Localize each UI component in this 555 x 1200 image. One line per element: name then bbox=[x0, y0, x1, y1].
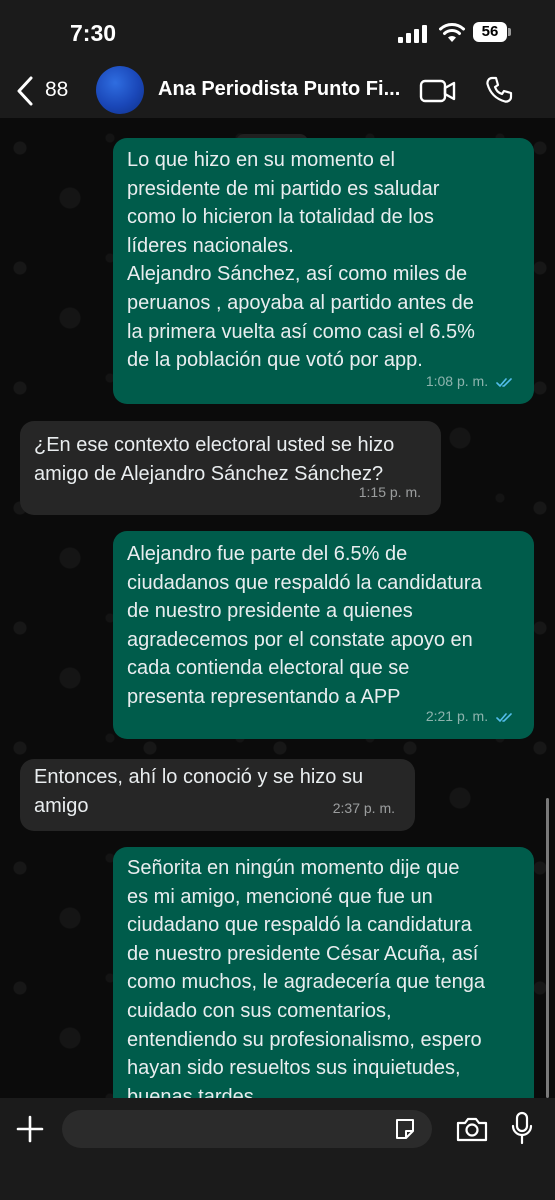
contact-name[interactable]: Ana Periodista Punto Fi... bbox=[158, 78, 408, 101]
avatar[interactable] bbox=[96, 66, 144, 114]
message-incoming[interactable]: ¿En ese contexto electoral usted se hizo… bbox=[20, 421, 441, 515]
message-text: Señorita en ningún momento dije que es m… bbox=[127, 857, 485, 1098]
status-bar: 7:30 56 bbox=[0, 0, 555, 64]
chat-scrollbar[interactable] bbox=[546, 798, 549, 1098]
sticker-icon[interactable] bbox=[393, 1117, 417, 1141]
phone-icon[interactable] bbox=[484, 75, 514, 105]
message-meta: 2:21 p. m. bbox=[426, 702, 514, 731]
video-camera-icon[interactable] bbox=[419, 78, 457, 104]
chat-header: 88 Ana Periodista Punto Fi... bbox=[0, 64, 555, 118]
wifi-icon bbox=[439, 23, 465, 42]
message-text: Alejandro fue parte del 6.5% de ciudadan… bbox=[127, 543, 482, 708]
message-incoming[interactable]: Entonces, ahí lo conoció y se hizo su am… bbox=[20, 759, 415, 831]
microphone-icon[interactable] bbox=[511, 1111, 533, 1145]
message-meta: 1:08 p. m. bbox=[426, 367, 514, 396]
message-outgoing[interactable]: Lo que hizo en su momento el presidente … bbox=[113, 138, 534, 404]
message-text: Lo que hizo en su momento el presidente … bbox=[127, 149, 475, 372]
message-time: 2:37 p. m. bbox=[332, 800, 395, 817]
message-composer bbox=[0, 1098, 555, 1200]
message-time: 1:15 p. m. bbox=[358, 484, 421, 501]
message-outgoing[interactable]: Alejandro fue parte del 6.5% de ciudadan… bbox=[113, 531, 534, 739]
chat-messages[interactable]: viernes Lo que hizo en su momento el pre… bbox=[0, 118, 555, 1098]
message-time: 1:08 p. m. bbox=[425, 373, 489, 390]
battery-indicator: 56 bbox=[473, 22, 507, 42]
read-receipt-icon bbox=[496, 378, 512, 388]
message-meta: 1:15 p. m. bbox=[359, 478, 421, 507]
unread-chats-count[interactable]: 88 bbox=[45, 78, 68, 102]
status-time: 7:30 bbox=[70, 20, 117, 46]
message-time: 2:21 p. m. bbox=[425, 708, 489, 725]
battery-tip bbox=[508, 28, 511, 36]
camera-icon[interactable] bbox=[455, 1115, 489, 1143]
plus-icon[interactable] bbox=[14, 1113, 46, 1145]
message-outgoing[interactable]: Señorita en ningún momento dije que es m… bbox=[113, 847, 534, 1098]
chevron-left-icon[interactable] bbox=[14, 74, 38, 108]
message-input[interactable] bbox=[62, 1110, 432, 1148]
message-meta: 2:37 p. m. bbox=[333, 794, 395, 823]
read-receipt-icon bbox=[496, 713, 512, 723]
cellular-signal-icon bbox=[398, 25, 428, 43]
